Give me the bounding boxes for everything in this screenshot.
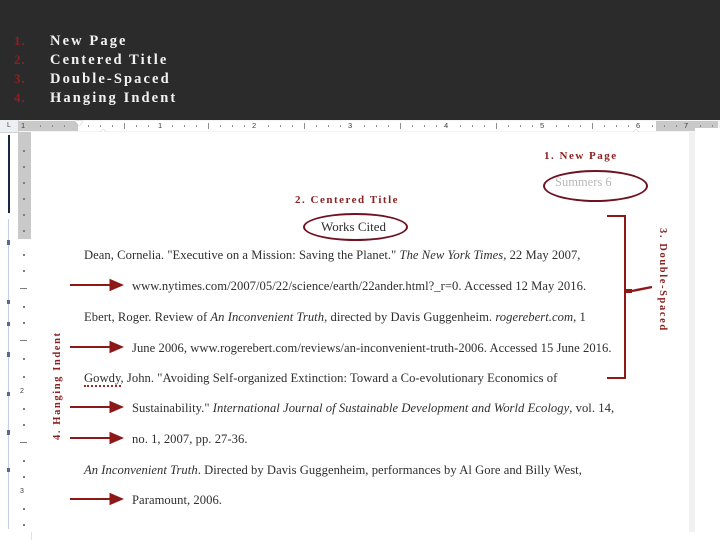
list-item-label: Hanging Indent [50, 90, 178, 106]
list-number: 2. [14, 52, 26, 67]
list-number: 1. [14, 33, 26, 48]
page-right-gutter [695, 128, 720, 540]
citation-line: Dean, Cornelia. "Executive on a Mission:… [84, 248, 581, 262]
list-item: 2. Centered Title [14, 50, 177, 69]
list-item: 3. Double-Spaced [14, 69, 177, 88]
window-edge-accent [8, 135, 10, 213]
list-item: 1. New Page [14, 31, 177, 50]
ruler-number: 2 [252, 121, 257, 130]
citation-line: June 2006, www.rogerebert.com/reviews/an… [132, 341, 612, 355]
ruler-number: 3 [348, 121, 353, 130]
ruler-number: 5 [540, 121, 545, 130]
list-item-label: New Page [50, 33, 128, 49]
annotation-new-page: 1. New Page [544, 150, 618, 162]
vruler-number: 3 [20, 488, 24, 495]
annotation-double-spaced: 3. Double-Spaced [657, 228, 668, 332]
vruler-number: 2 [20, 388, 24, 395]
annotation-ellipse-title [303, 213, 408, 241]
window-edge-line [8, 219, 9, 529]
misspelled-word: Gowdy [84, 371, 121, 387]
citation-line: Paramount, 2006. [132, 493, 222, 507]
citation-line: no. 1, 2007, pp. 27-36. [132, 432, 248, 446]
list-item: 4. Hanging Indent [14, 88, 177, 107]
list-item-label: Centered Title [50, 52, 169, 68]
edge-mark [7, 240, 10, 245]
edge-mark [7, 352, 10, 357]
edge-mark [7, 300, 10, 304]
edge-mark [7, 430, 10, 435]
edge-mark [7, 392, 10, 396]
annotation-hanging-indent: 4. Hanging Indent [52, 331, 63, 440]
tab-stop-selector-icon[interactable]: L [0, 120, 19, 132]
citation-line: Sustainability." International Journal o… [132, 401, 615, 415]
ruler-number: 1 [21, 121, 26, 130]
ruler-number: 4 [444, 121, 449, 130]
citation-line: Ebert, Roger. Review of An Inconvenient … [84, 310, 586, 324]
annotation-ellipse-header [543, 170, 648, 202]
edge-mark [7, 322, 10, 326]
citation-line: www.nytimes.com/2007/05/22/science/earth… [132, 279, 587, 293]
ruler-track[interactable]: 1 1 2 3 4 5 6 7 [18, 121, 718, 137]
header-banner: 1. New Page 2. Centered Title 3. Double-Spa… [0, 0, 720, 120]
citation-line: Gowdy, John. "Avoiding Self-organized Ex… [84, 371, 558, 387]
ruler-number: 1 [158, 121, 163, 130]
citation-line: An Inconvenient Truth. Directed by Davis… [84, 463, 582, 477]
vertical-ruler[interactable]: 2 3 [18, 132, 32, 540]
list-item-label: Double-Spaced [50, 71, 171, 87]
mla-rules-list: 1. New Page 2. Centered Title 3. Double-Spa… [14, 31, 177, 107]
ruler-number: 7 [684, 121, 689, 130]
edge-mark [7, 468, 10, 472]
first-line-indent-marker[interactable] [75, 121, 83, 126]
annotation-centered-title: 2. Centered Title [295, 194, 400, 206]
top-margin-region [18, 132, 31, 239]
list-number: 3. [14, 71, 26, 86]
list-number: 4. [14, 90, 26, 105]
